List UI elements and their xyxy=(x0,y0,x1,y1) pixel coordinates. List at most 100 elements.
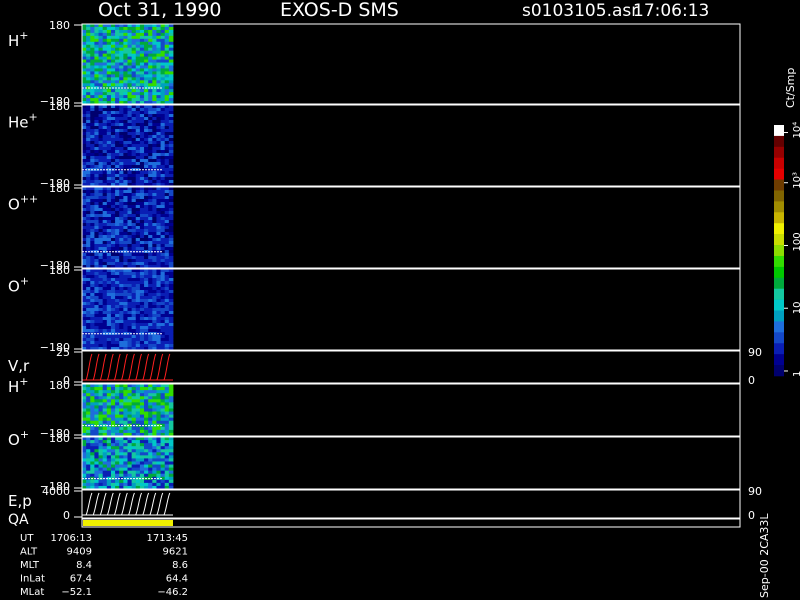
spectrogram-cell xyxy=(90,71,95,75)
spectrogram-cell xyxy=(168,437,174,441)
spectrogram-cell xyxy=(106,399,112,403)
spectrogram-cell xyxy=(139,461,145,465)
spectrogram-cell xyxy=(135,329,141,333)
trace-line xyxy=(142,492,150,516)
spectrogram-cell xyxy=(131,44,137,49)
spectrogram-cell xyxy=(123,247,128,251)
spectrogram-cell xyxy=(82,275,87,279)
spectrogram-cell xyxy=(110,311,116,315)
spectrogram-cell xyxy=(98,299,104,303)
spectrogram-cell xyxy=(164,47,170,52)
spectrogram-cell xyxy=(148,305,153,309)
spectrogram-cell xyxy=(131,68,137,72)
spectrogram-cell xyxy=(82,247,87,251)
spectrogram-cell xyxy=(127,473,133,478)
spectrogram-cell xyxy=(94,187,99,191)
spectrogram-cell xyxy=(110,429,116,434)
spectrogram-cell xyxy=(144,35,149,40)
spectrogram-cell xyxy=(164,65,170,69)
spectrogram-cell xyxy=(139,83,145,87)
spectrogram-cell xyxy=(131,244,137,248)
spectrogram-cell xyxy=(160,320,166,324)
spectrogram-cell xyxy=(131,458,137,462)
spectrogram-cell xyxy=(86,150,91,154)
spectrogram-cell xyxy=(148,437,153,441)
spectrogram-cell xyxy=(110,461,116,465)
spectrogram-cell xyxy=(94,473,99,478)
spectrogram-cell xyxy=(115,335,120,339)
spectrogram-cell xyxy=(106,420,112,425)
spectrogram-cell xyxy=(135,77,141,81)
spectrogram-cell xyxy=(123,449,128,453)
spectrogram-cell xyxy=(106,411,112,415)
header-file: s0103105.asr xyxy=(522,1,638,21)
spectrogram-cell xyxy=(139,138,145,142)
spectrogram-cell xyxy=(82,80,87,84)
colorbar-segment xyxy=(774,201,784,213)
spectrogram-cell xyxy=(110,308,116,312)
trace-line xyxy=(128,353,135,381)
spectrogram-cell xyxy=(168,105,174,109)
spectrogram-cell xyxy=(110,144,116,148)
spectrogram-cell xyxy=(131,126,137,130)
spectrogram-cell xyxy=(164,320,170,324)
spectrogram-cell xyxy=(135,211,141,215)
spectrogram-cell xyxy=(110,38,116,43)
spectrogram-cell xyxy=(131,38,137,43)
spectrogram-cell xyxy=(148,443,153,447)
spectrogram-cell xyxy=(102,278,108,282)
spectrogram-cell xyxy=(94,482,99,487)
spectrogram-cell xyxy=(152,29,157,34)
spectrogram-cell xyxy=(144,165,149,169)
spectrogram-cell xyxy=(98,74,104,78)
spectrogram-cell xyxy=(148,47,153,52)
spectrogram-cell xyxy=(164,332,170,336)
spectrogram-cell xyxy=(131,311,137,315)
spectrogram-cell xyxy=(123,211,128,215)
spectrogram-cell xyxy=(127,214,133,218)
spectrogram-cell xyxy=(82,314,87,318)
spectrogram-cell xyxy=(144,150,149,154)
panel-label: H+ xyxy=(8,375,29,396)
spectrogram-cell xyxy=(106,205,112,209)
spectrogram-cell xyxy=(152,299,157,303)
spectrogram-cell xyxy=(82,269,87,273)
spectrogram-cell xyxy=(152,59,157,63)
spectrogram-cell xyxy=(127,458,133,462)
spectrogram-cell xyxy=(127,229,133,233)
spectrogram-cell xyxy=(115,464,120,468)
spectrogram-cell xyxy=(98,177,104,181)
spectrogram-cell xyxy=(160,455,166,459)
spectrogram-cell xyxy=(123,341,128,345)
spectrogram-cell xyxy=(115,426,120,431)
spectrogram-cell xyxy=(82,62,87,66)
spectrogram-cell xyxy=(164,44,170,49)
spectrogram-cell xyxy=(144,24,149,28)
spectrogram-cell xyxy=(152,452,157,456)
spectrogram-cell xyxy=(106,89,112,93)
footer-version: Sep-00 2CA33L xyxy=(758,513,771,598)
spectrogram-cell xyxy=(160,174,166,178)
spectrogram-cell xyxy=(131,281,137,285)
spectrogram-cell xyxy=(90,77,95,81)
spectrogram-cell xyxy=(160,177,166,181)
spectrogram-cell xyxy=(94,393,99,397)
spectrogram-cell xyxy=(123,162,128,166)
spectrogram-cell xyxy=(144,232,149,236)
spectrogram-cell xyxy=(98,393,104,397)
panel-frame xyxy=(81,186,741,269)
spectrogram-cell xyxy=(139,317,145,321)
spectrogram-cell xyxy=(164,50,170,55)
spectrogram-cell xyxy=(110,390,116,394)
spectrogram-cell xyxy=(135,338,141,342)
spectrogram-cell xyxy=(110,202,116,206)
spectrogram-cell xyxy=(86,111,91,115)
spectrogram-cell xyxy=(156,308,161,312)
spectrogram-cell xyxy=(148,68,153,72)
spectrogram-cell xyxy=(98,259,104,263)
spectrogram-cell xyxy=(144,302,149,306)
spectrogram-cell xyxy=(106,111,112,115)
spectrogram-cell xyxy=(156,24,161,28)
spectrogram-cell xyxy=(139,335,145,339)
spectrogram-cell xyxy=(82,89,87,93)
